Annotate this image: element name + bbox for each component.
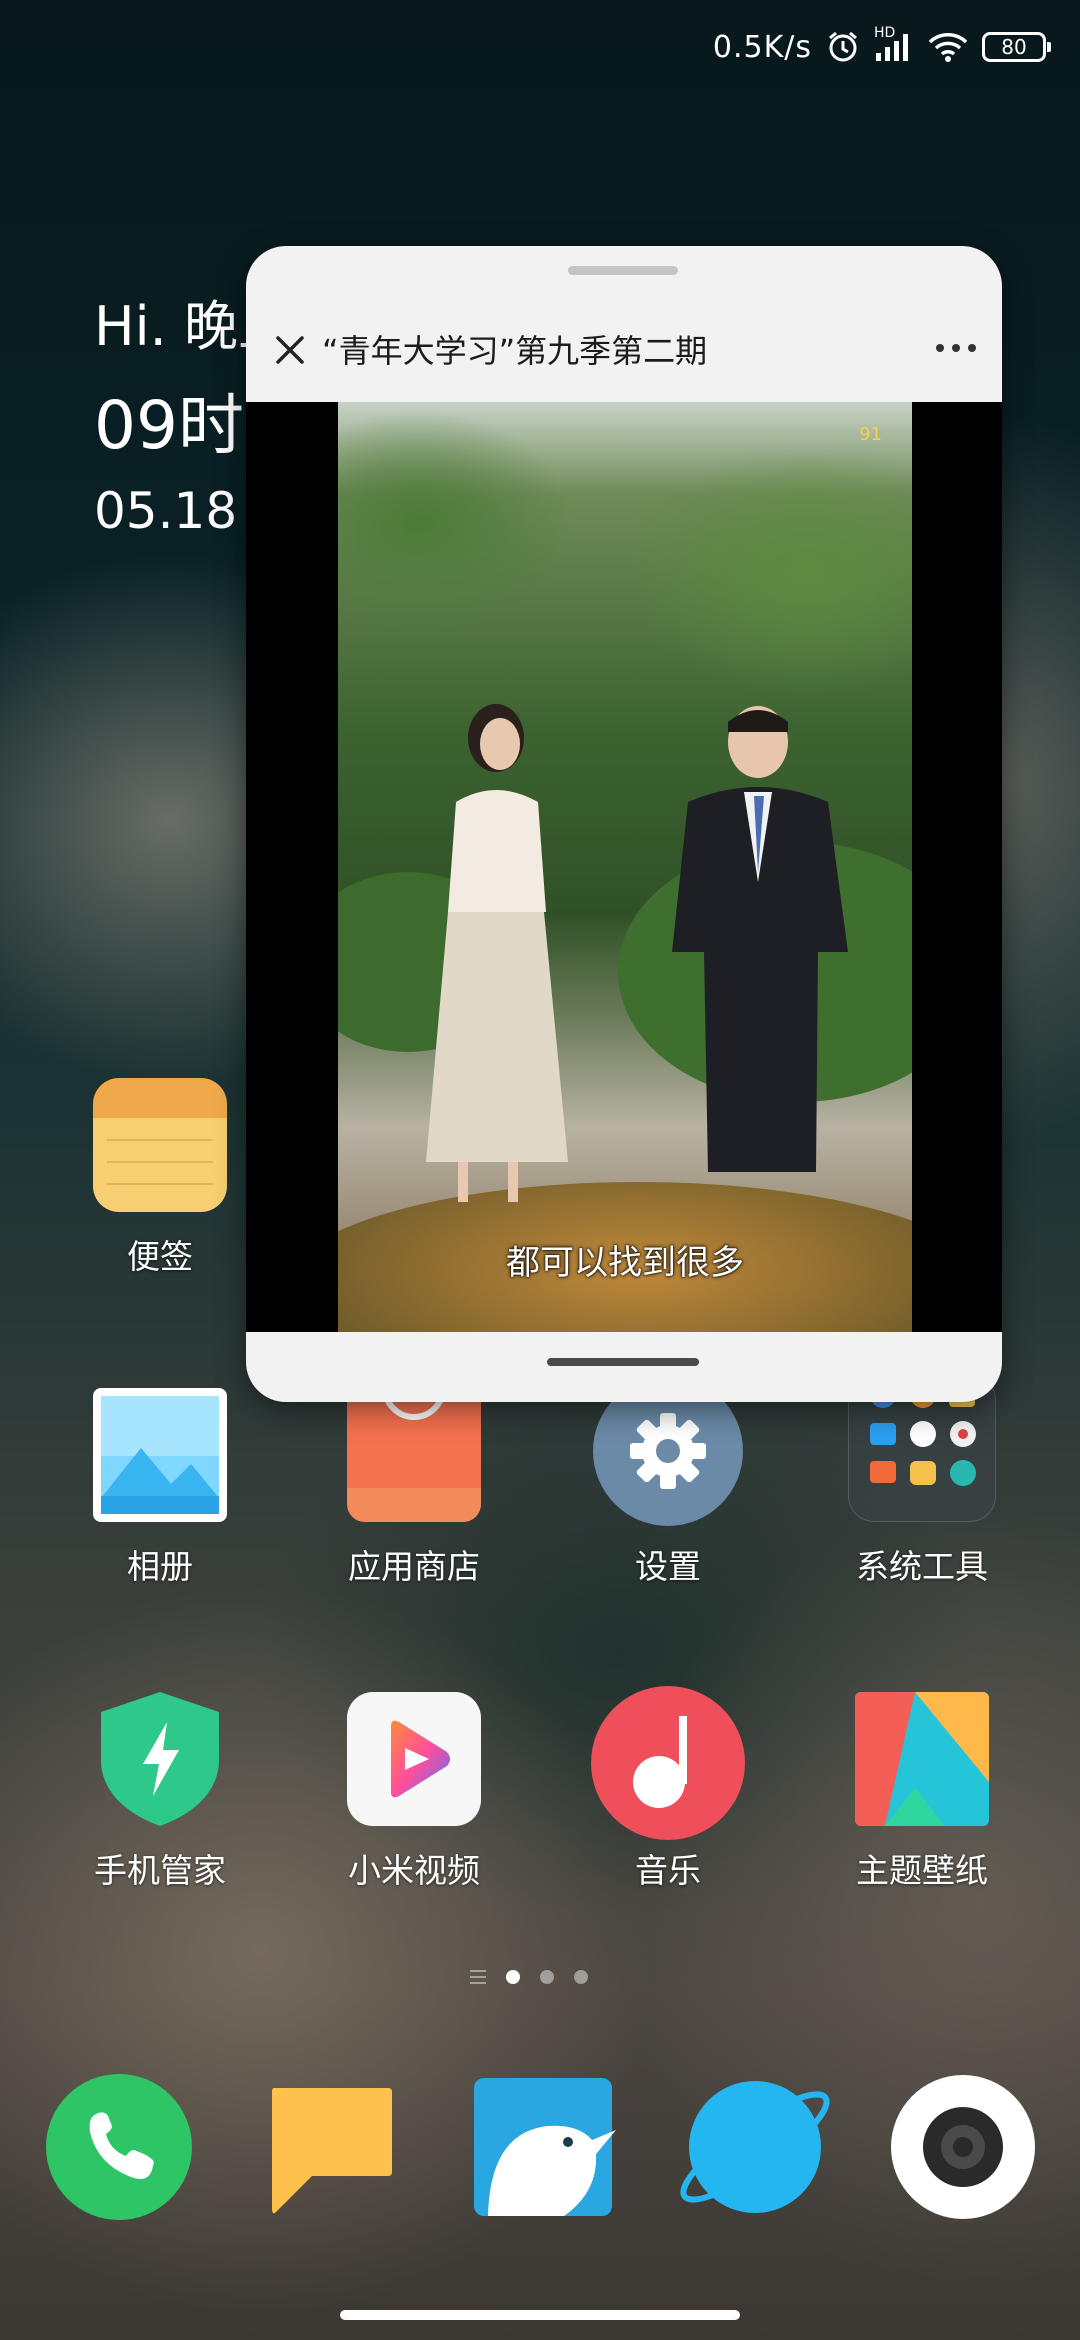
floating-window-header: “青年大学习”第九季第二期: [246, 306, 1002, 396]
browser-planet-icon: [680, 2081, 830, 2213]
clock-time[interactable]: 09时: [94, 372, 244, 468]
signal-hd-label: HD: [874, 25, 896, 41]
battery-level: 80: [1001, 35, 1027, 59]
app-label: 主题壁纸: [856, 1851, 988, 1890]
camera-icon: [891, 2075, 1035, 2219]
browser-kiwi-icon: [474, 2078, 616, 2216]
video-play-icon: [347, 1692, 481, 1826]
video-person-man: [672, 706, 848, 1172]
status-bar: 0.5K/s HD 80: [712, 22, 1051, 72]
window-resize-handle[interactable]: [547, 1358, 699, 1366]
dock-browser[interactable]: [680, 2072, 830, 2222]
alarm-icon: [826, 30, 860, 64]
app-drawer-indicator-icon[interactable]: [470, 1970, 486, 1984]
app-label: 相册: [127, 1547, 193, 1586]
music-note-icon: [591, 1686, 745, 1840]
page-dot[interactable]: [574, 1970, 588, 1984]
page-dot[interactable]: [506, 1970, 520, 1984]
themes-icon: [855, 1692, 989, 1826]
video-frame: 91 都可以找到很多: [338, 402, 912, 1332]
clock-date: 05.18: [94, 482, 238, 540]
app-label: 小米视频: [348, 1851, 480, 1890]
window-drag-handle[interactable]: [568, 266, 678, 275]
app-label: 手机管家: [94, 1851, 226, 1890]
video-watermark: 91: [859, 424, 882, 445]
app-label: 音乐: [635, 1851, 701, 1890]
network-speed: 0.5K/s: [712, 29, 812, 65]
gallery-icon: [93, 1388, 227, 1522]
app-label: 便签: [127, 1237, 193, 1276]
messages-icon: [272, 2088, 392, 2214]
dock-camera[interactable]: [888, 2072, 1038, 2222]
home-gesture-bar[interactable]: [340, 2310, 740, 2320]
app-label: 系统工具: [856, 1547, 988, 1586]
page-indicator[interactable]: [470, 1970, 588, 1984]
dock-phone[interactable]: [44, 2072, 194, 2222]
dock-messages[interactable]: [256, 2072, 406, 2222]
window-title: “青年大学习”第九季第二期: [322, 332, 708, 370]
floating-window[interactable]: “青年大学习”第九季第二期 91 都可以找到很多: [246, 246, 1002, 1402]
app-label: 应用商店: [348, 1547, 480, 1586]
page-dot[interactable]: [540, 1970, 554, 1984]
signal-icon: HD: [874, 25, 914, 63]
phone-icon: [46, 2074, 192, 2220]
video-person-woman: [426, 704, 568, 1202]
security-shield-icon: [93, 1692, 227, 1826]
dock-browser-kiwi[interactable]: [468, 2072, 618, 2222]
wifi-icon: [928, 31, 968, 63]
more-options-icon[interactable]: [932, 336, 980, 360]
video-player[interactable]: 91 都可以找到很多: [246, 402, 1002, 1332]
battery-icon: 80: [982, 32, 1051, 62]
close-icon[interactable]: [266, 326, 314, 374]
notes-icon: [93, 1078, 227, 1212]
app-label: 设置: [635, 1547, 701, 1586]
video-subtitle: 都可以找到很多: [506, 1243, 744, 1283]
